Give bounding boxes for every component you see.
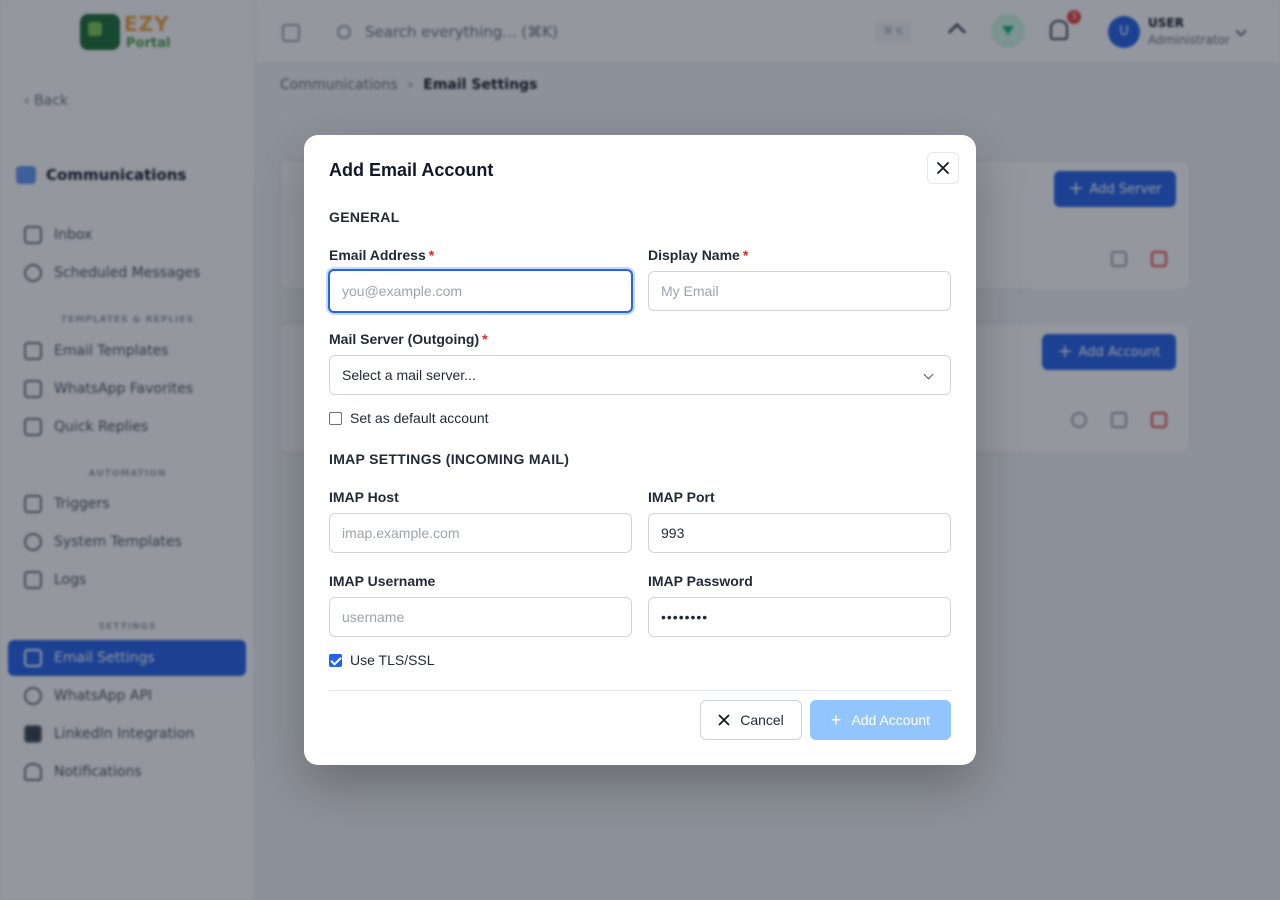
dialog-title: Add Email Account bbox=[329, 160, 494, 180]
display-name-label: Display Name * bbox=[648, 247, 748, 263]
email-address-input[interactable] bbox=[328, 269, 633, 313]
mail-server-label-text: Mail Server (Outgoing) bbox=[329, 331, 480, 347]
display-name-label-text: Display Name bbox=[648, 247, 740, 263]
close-button[interactable] bbox=[927, 152, 959, 184]
imap-port-label: IMAP Port bbox=[648, 489, 715, 505]
plus-icon: + bbox=[830, 710, 842, 730]
close-icon bbox=[937, 162, 949, 174]
mail-server-selected-value: Select a mail server... bbox=[342, 367, 476, 383]
mail-server-select[interactable]: Select a mail server... bbox=[329, 355, 951, 395]
tls-checkbox-row[interactable]: Use TLS/SSL bbox=[329, 652, 435, 668]
imap-host-input[interactable] bbox=[329, 513, 632, 553]
general-heading: GENERAL bbox=[329, 209, 400, 225]
imap-username-input[interactable] bbox=[329, 597, 632, 637]
required-marker: * bbox=[482, 331, 488, 347]
imap-host-label: IMAP Host bbox=[329, 489, 399, 505]
mail-server-label: Mail Server (Outgoing) * bbox=[329, 331, 488, 347]
email-address-label-text: Email Address bbox=[329, 247, 426, 263]
chevron-down-icon bbox=[923, 369, 934, 380]
default-account-checkbox[interactable] bbox=[329, 411, 342, 425]
close-icon bbox=[718, 714, 730, 726]
add-account-button[interactable]: + Add Account bbox=[810, 700, 951, 740]
add-email-account-dialog: Add Email Account GENERAL Email Address *… bbox=[304, 135, 976, 765]
display-name-input[interactable] bbox=[648, 271, 951, 311]
tls-checkbox[interactable] bbox=[329, 653, 342, 667]
add-account-label: Add Account bbox=[851, 712, 931, 728]
cancel-label: Cancel bbox=[740, 712, 784, 728]
cancel-button[interactable]: Cancel bbox=[700, 700, 802, 740]
required-marker: * bbox=[428, 247, 435, 263]
footer-divider bbox=[329, 690, 951, 691]
default-account-checkbox-row[interactable]: Set as default account bbox=[329, 410, 489, 426]
required-marker: * bbox=[742, 247, 749, 263]
imap-password-label: IMAP Password bbox=[648, 573, 753, 589]
imap-username-label: IMAP Username bbox=[329, 573, 436, 589]
tls-label: Use TLS/SSL bbox=[350, 652, 435, 668]
imap-port-input[interactable] bbox=[648, 513, 951, 553]
email-address-label: Email Address * bbox=[329, 247, 434, 263]
imap-password-input[interactable] bbox=[648, 597, 951, 637]
default-account-label: Set as default account bbox=[350, 410, 489, 426]
imap-heading: IMAP SETTINGS (INCOMING MAIL) bbox=[329, 451, 570, 467]
